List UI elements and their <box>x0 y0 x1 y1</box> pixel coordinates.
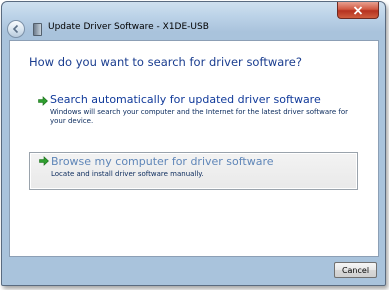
green-arrow-icon <box>39 156 49 166</box>
cancel-button[interactable]: Cancel <box>334 262 377 278</box>
usb-device-icon <box>33 23 42 36</box>
option-title[interactable]: Browse my computer for driver software <box>51 155 274 168</box>
back-button[interactable] <box>7 20 25 38</box>
option-description: Windows will search your computer and th… <box>50 108 349 125</box>
browse-computer-option[interactable]: Browse my computer for driver software L… <box>29 152 358 190</box>
title-bar[interactable]: Update Driver Software - X1DE-USB <box>2 2 385 38</box>
page-heading: How do you want to search for driver sof… <box>29 55 302 69</box>
option-title[interactable]: Search automatically for updated driver … <box>50 93 321 106</box>
green-arrow-icon <box>38 96 48 106</box>
window-title: Update Driver Software - X1DE-USB <box>48 22 209 32</box>
dialog-window: Update Driver Software - X1DE-USB How do… <box>1 1 386 286</box>
close-icon <box>353 5 363 15</box>
close-button[interactable] <box>337 2 379 19</box>
option-description: Locate and install driver software manua… <box>51 170 204 178</box>
search-automatically-option[interactable]: Search automatically for updated driver … <box>29 93 358 131</box>
content-panel: How do you want to search for driver sof… <box>9 40 379 257</box>
back-arrow-icon <box>12 24 19 34</box>
